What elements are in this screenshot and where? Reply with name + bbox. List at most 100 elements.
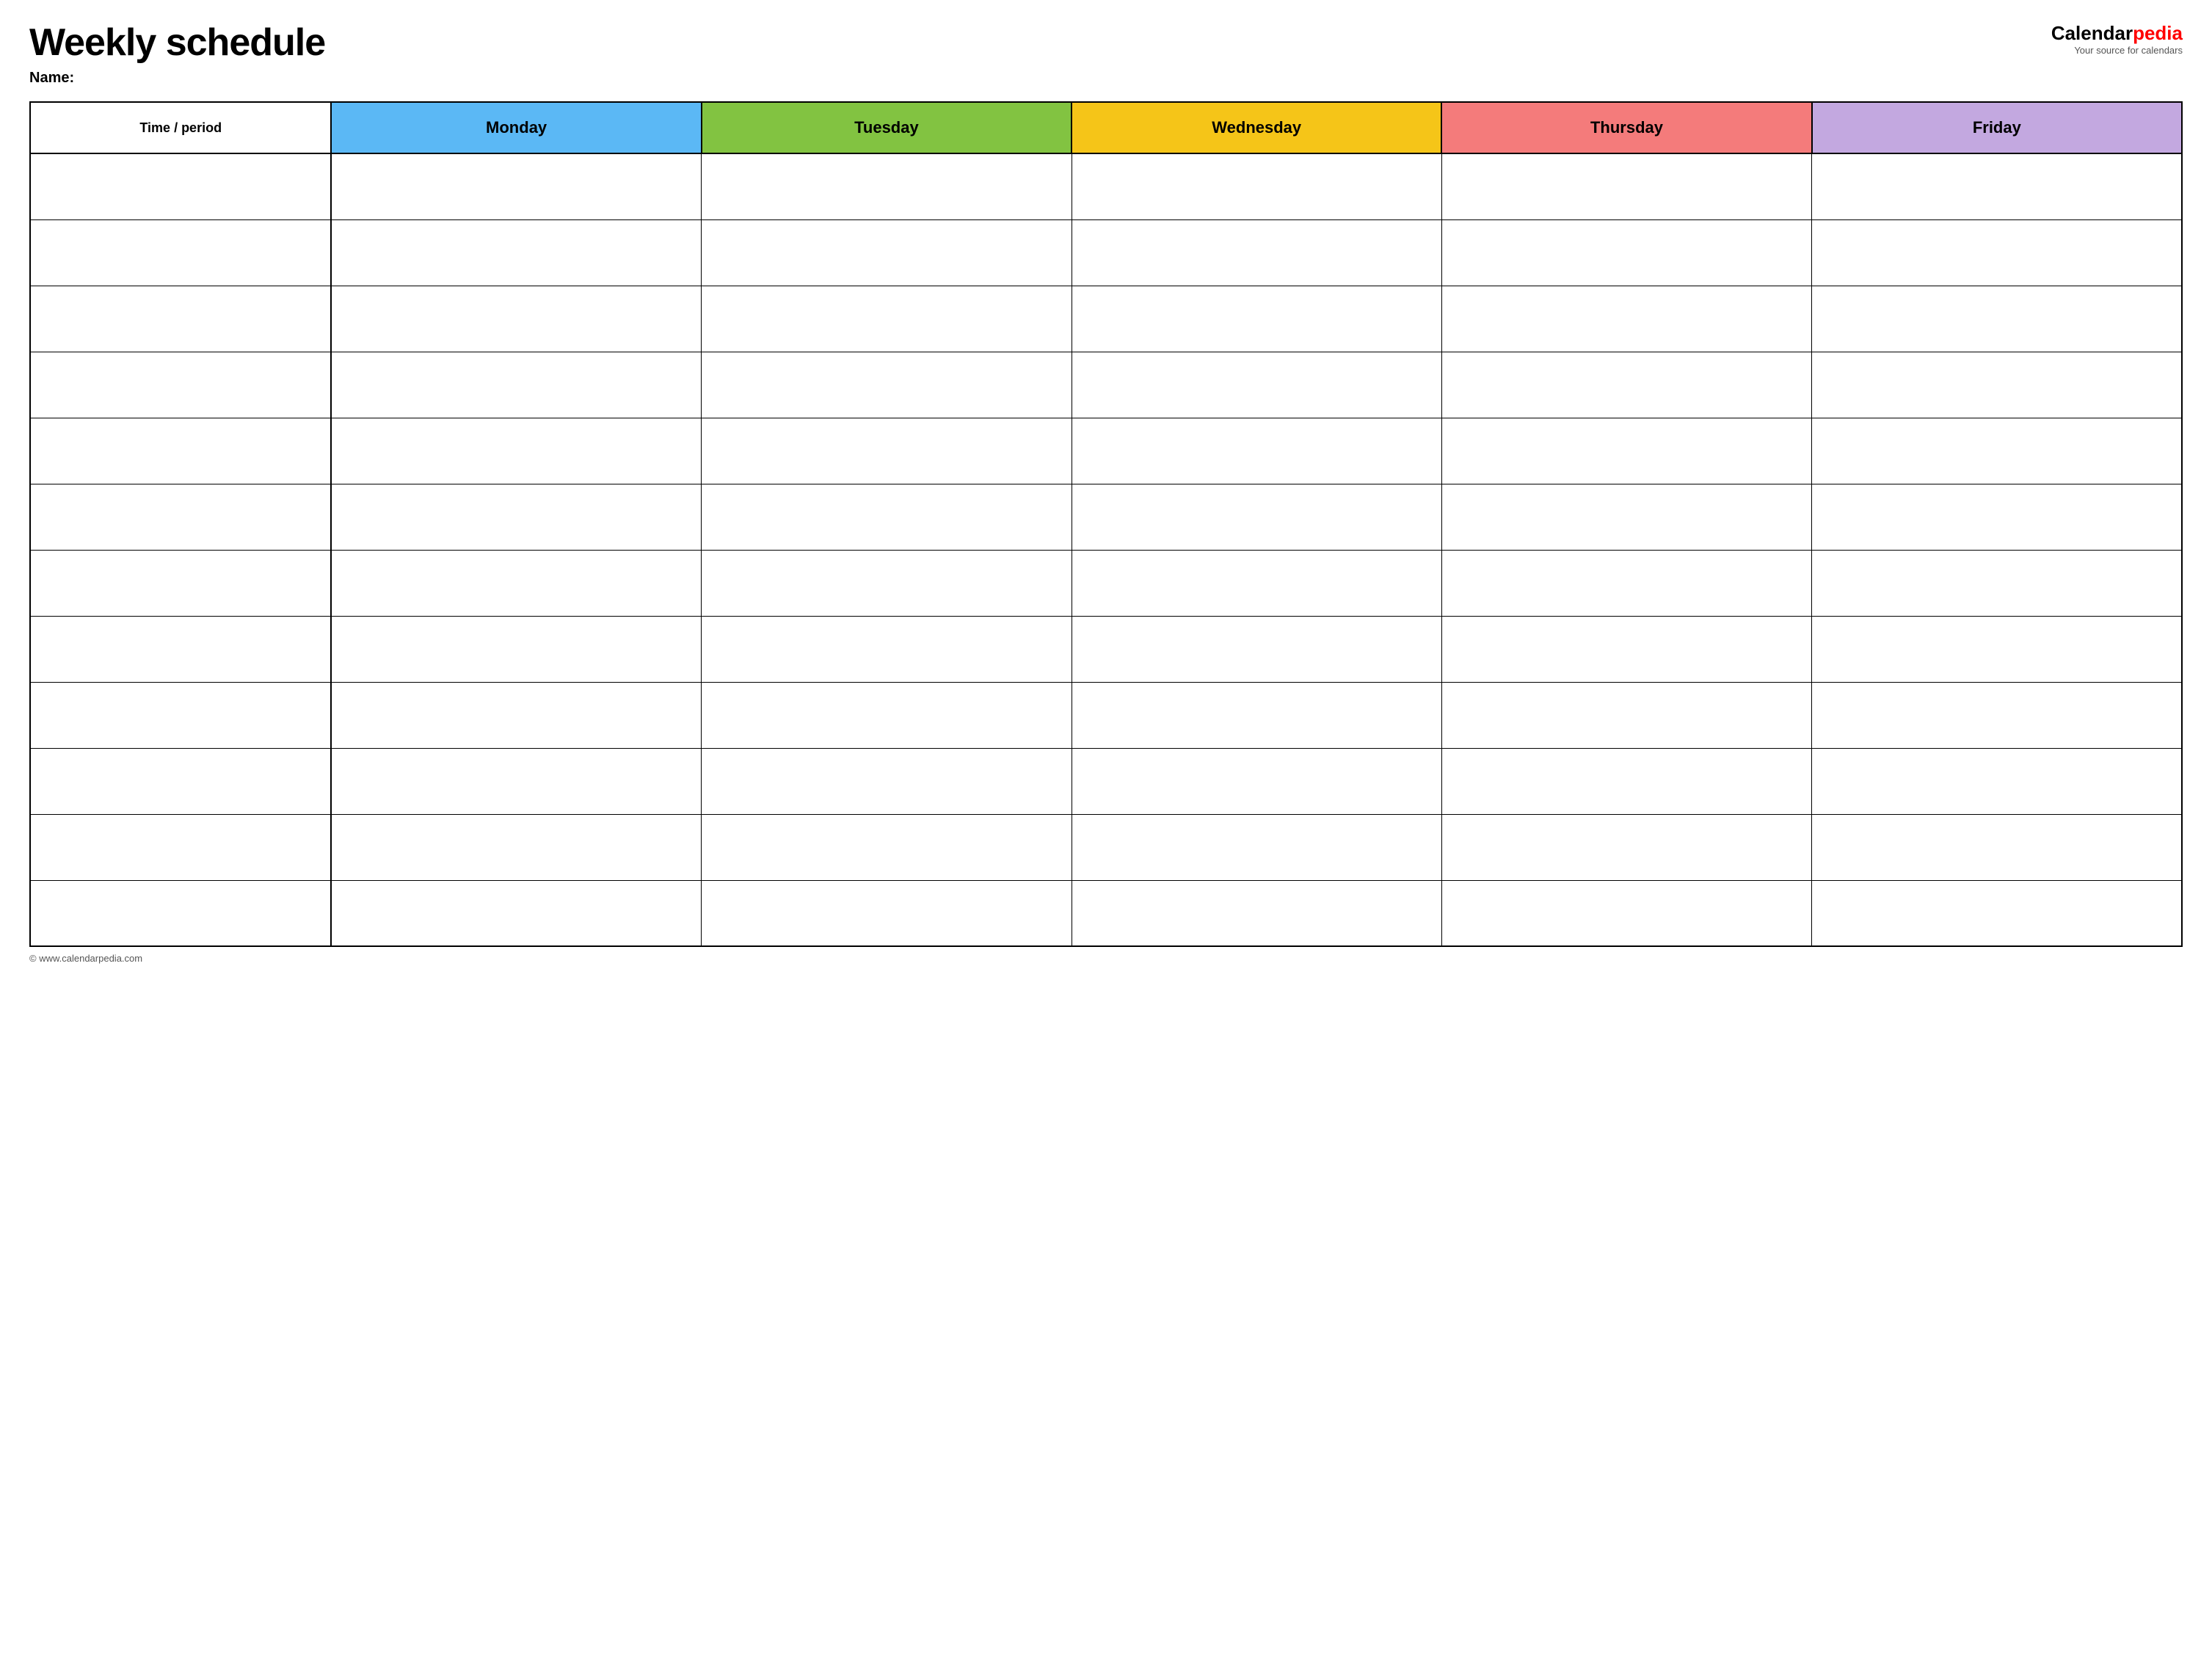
schedule-cell[interactable] xyxy=(1441,880,1811,946)
schedule-cell[interactable] xyxy=(331,682,701,748)
table-body xyxy=(30,153,2182,946)
schedule-cell[interactable] xyxy=(1812,814,2182,880)
schedule-cell[interactable] xyxy=(1441,153,1811,219)
logo-tagline: Your source for calendars xyxy=(2074,45,2183,56)
table-row xyxy=(30,880,2182,946)
col-header-time: Time / period xyxy=(30,102,331,153)
schedule-cell[interactable] xyxy=(1441,550,1811,616)
schedule-table: Time / period Monday Tuesday Wednesday T… xyxy=(29,101,2183,947)
schedule-cell[interactable] xyxy=(1072,748,1441,814)
time-cell[interactable] xyxy=(30,219,331,286)
time-cell[interactable] xyxy=(30,748,331,814)
schedule-cell[interactable] xyxy=(1441,814,1811,880)
time-cell[interactable] xyxy=(30,682,331,748)
schedule-cell[interactable] xyxy=(331,286,701,352)
table-row xyxy=(30,153,2182,219)
table-header: Time / period Monday Tuesday Wednesday T… xyxy=(30,102,2182,153)
page-header: Weekly schedule Name: Calendarpedia Your… xyxy=(29,22,2183,87)
schedule-cell[interactable] xyxy=(1812,616,2182,682)
schedule-cell[interactable] xyxy=(1812,550,2182,616)
schedule-cell[interactable] xyxy=(331,880,701,946)
schedule-cell[interactable] xyxy=(702,550,1072,616)
schedule-cell[interactable] xyxy=(1072,814,1441,880)
schedule-cell[interactable] xyxy=(1812,418,2182,484)
schedule-cell[interactable] xyxy=(331,484,701,550)
schedule-cell[interactable] xyxy=(1441,286,1811,352)
schedule-cell[interactable] xyxy=(702,286,1072,352)
table-row xyxy=(30,219,2182,286)
table-row xyxy=(30,550,2182,616)
schedule-cell[interactable] xyxy=(1812,748,2182,814)
footer: © www.calendarpedia.com xyxy=(29,953,2183,964)
time-cell[interactable] xyxy=(30,880,331,946)
schedule-cell[interactable] xyxy=(1072,352,1441,418)
time-cell[interactable] xyxy=(30,616,331,682)
page-title: Weekly schedule xyxy=(29,22,325,64)
schedule-cell[interactable] xyxy=(702,484,1072,550)
time-cell[interactable] xyxy=(30,814,331,880)
schedule-cell[interactable] xyxy=(331,748,701,814)
schedule-cell[interactable] xyxy=(702,748,1072,814)
col-header-thursday: Thursday xyxy=(1441,102,1811,153)
schedule-cell[interactable] xyxy=(1812,219,2182,286)
schedule-cell[interactable] xyxy=(702,682,1072,748)
schedule-cell[interactable] xyxy=(1441,352,1811,418)
time-cell[interactable] xyxy=(30,418,331,484)
time-cell[interactable] xyxy=(30,550,331,616)
time-cell[interactable] xyxy=(30,484,331,550)
schedule-cell[interactable] xyxy=(702,219,1072,286)
table-row xyxy=(30,682,2182,748)
time-cell[interactable] xyxy=(30,153,331,219)
table-row xyxy=(30,418,2182,484)
col-header-tuesday: Tuesday xyxy=(702,102,1072,153)
schedule-cell[interactable] xyxy=(702,880,1072,946)
schedule-cell[interactable] xyxy=(702,814,1072,880)
header-row: Time / period Monday Tuesday Wednesday T… xyxy=(30,102,2182,153)
time-cell[interactable] xyxy=(30,286,331,352)
schedule-cell[interactable] xyxy=(702,352,1072,418)
schedule-cell[interactable] xyxy=(1072,219,1441,286)
logo-text: Calendarpedia xyxy=(2051,22,2183,45)
schedule-cell[interactable] xyxy=(1812,682,2182,748)
schedule-cell[interactable] xyxy=(1072,880,1441,946)
table-row xyxy=(30,352,2182,418)
schedule-cell[interactable] xyxy=(1441,418,1811,484)
schedule-cell[interactable] xyxy=(1441,219,1811,286)
logo-calendar: Calendar xyxy=(2051,22,2133,44)
name-label: Name: xyxy=(29,70,325,87)
schedule-cell[interactable] xyxy=(1072,616,1441,682)
logo-pedia: pedia xyxy=(2133,22,2183,44)
title-section: Weekly schedule Name: xyxy=(29,22,325,87)
schedule-cell[interactable] xyxy=(331,153,701,219)
schedule-cell[interactable] xyxy=(1812,153,2182,219)
time-cell[interactable] xyxy=(30,352,331,418)
table-row xyxy=(30,814,2182,880)
schedule-cell[interactable] xyxy=(331,219,701,286)
schedule-cell[interactable] xyxy=(331,814,701,880)
schedule-cell[interactable] xyxy=(1072,153,1441,219)
schedule-cell[interactable] xyxy=(1812,484,2182,550)
schedule-cell[interactable] xyxy=(702,616,1072,682)
table-row xyxy=(30,616,2182,682)
schedule-cell[interactable] xyxy=(1072,484,1441,550)
schedule-cell[interactable] xyxy=(1072,550,1441,616)
schedule-cell[interactable] xyxy=(1441,484,1811,550)
schedule-cell[interactable] xyxy=(1441,616,1811,682)
schedule-cell[interactable] xyxy=(1072,418,1441,484)
col-header-friday: Friday xyxy=(1812,102,2182,153)
schedule-cell[interactable] xyxy=(1812,352,2182,418)
col-header-wednesday: Wednesday xyxy=(1072,102,1441,153)
schedule-cell[interactable] xyxy=(331,352,701,418)
schedule-cell[interactable] xyxy=(1072,682,1441,748)
schedule-cell[interactable] xyxy=(1441,682,1811,748)
logo-section: Calendarpedia Your source for calendars xyxy=(2051,22,2183,56)
schedule-cell[interactable] xyxy=(1072,286,1441,352)
schedule-cell[interactable] xyxy=(1812,286,2182,352)
schedule-cell[interactable] xyxy=(331,616,701,682)
schedule-cell[interactable] xyxy=(702,153,1072,219)
schedule-cell[interactable] xyxy=(1441,748,1811,814)
schedule-cell[interactable] xyxy=(702,418,1072,484)
schedule-cell[interactable] xyxy=(331,418,701,484)
schedule-cell[interactable] xyxy=(1812,880,2182,946)
schedule-cell[interactable] xyxy=(331,550,701,616)
